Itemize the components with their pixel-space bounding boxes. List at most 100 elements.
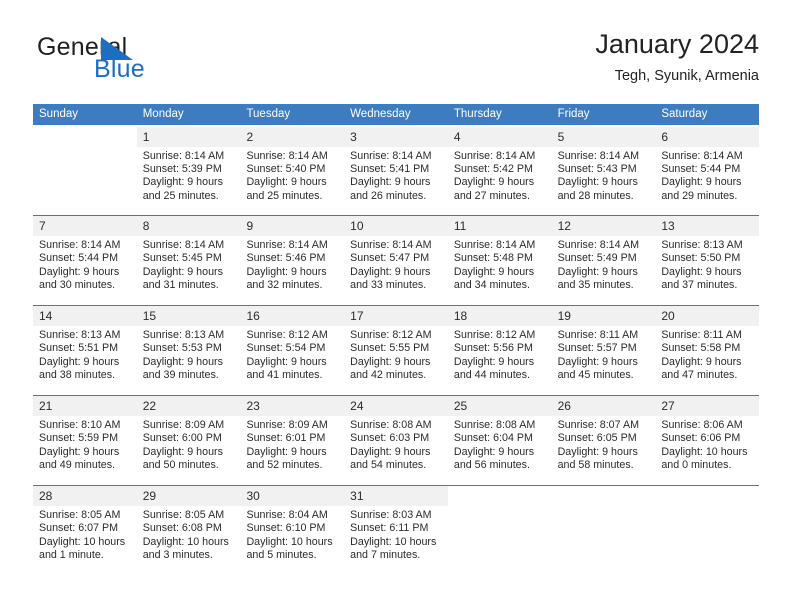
day-cell[interactable]: 30 Sunrise: 8:04 AM Sunset: 6:10 PM Dayligh… bbox=[240, 486, 345, 575]
day-number: 7 bbox=[33, 216, 137, 236]
calendar-week-row: 14 Sunrise: 8:13 AM Sunset: 5:51 PM Dayligh… bbox=[33, 305, 760, 395]
day-sun-info: Sunrise: 8:11 AM Sunset: 5:58 PM Daylight:… bbox=[655, 326, 759, 383]
day-cell[interactable]: 25 Sunrise: 8:08 AM Sunset: 6:04 PM Dayligh… bbox=[447, 396, 552, 485]
day-info-daylight2: and 39 minutes. bbox=[142, 369, 219, 382]
day-sun-info: Sunrise: 8:14 AM Sunset: 5:41 PM Daylight:… bbox=[344, 147, 448, 204]
day-number: 11 bbox=[447, 216, 552, 236]
title-block: January 2024 Tegh, Syunik, Armenia bbox=[595, 28, 759, 86]
day-cell[interactable]: 14 Sunrise: 8:13 AM Sunset: 5:51 PM Dayligh… bbox=[33, 306, 137, 395]
day-cell[interactable]: 7 Sunrise: 8:14 AM Sunset: 5:44 PM Daylight… bbox=[33, 216, 137, 305]
day-cell[interactable]: 16 Sunrise: 8:12 AM Sunset: 5:54 PM Dayligh… bbox=[240, 306, 345, 395]
day-sun-info: Sunrise: 8:14 AM Sunset: 5:49 PM Daylight:… bbox=[552, 236, 656, 293]
day-sun-info: Sunrise: 8:13 AM Sunset: 5:50 PM Daylight:… bbox=[655, 236, 759, 293]
page-subtitle-location: Tegh, Syunik, Armenia bbox=[614, 68, 759, 84]
day-info-daylight1: Daylight: 9 hours bbox=[142, 445, 223, 458]
day-info-sunrise: Sunrise: 8:14 AM bbox=[557, 239, 639, 251]
day-sun-info: Sunrise: 8:07 AM Sunset: 6:05 PM Daylight:… bbox=[552, 416, 656, 473]
day-info-daylight1: Daylight: 9 hours bbox=[246, 355, 327, 368]
day-number bbox=[655, 486, 759, 506]
day-info-daylight2: and 28 minutes. bbox=[557, 189, 634, 202]
day-info-sunset: Sunset: 5:56 PM bbox=[453, 342, 533, 355]
day-number bbox=[33, 127, 137, 147]
day-cell[interactable]: 12 Sunrise: 8:14 AM Sunset: 5:49 PM Dayligh… bbox=[551, 216, 656, 305]
day-cell[interactable]: 31 Sunrise: 8:03 AM Sunset: 6:11 PM Dayligh… bbox=[344, 486, 448, 575]
day-sun-info: Sunrise: 8:05 AM Sunset: 6:07 PM Daylight:… bbox=[33, 506, 137, 563]
day-info-daylight1: Daylight: 9 hours bbox=[453, 355, 535, 368]
day-cell[interactable]: 23 Sunrise: 8:09 AM Sunset: 6:01 PM Dayligh… bbox=[240, 396, 345, 485]
day-info-sunset: Sunset: 5:55 PM bbox=[350, 342, 430, 355]
day-info-daylight1: Daylight: 9 hours bbox=[453, 176, 535, 189]
day-sun-info: Sunrise: 8:11 AM Sunset: 5:57 PM Daylight:… bbox=[552, 326, 656, 383]
weekday-header-tuesday: Tuesday bbox=[246, 108, 291, 120]
day-info-sunset: Sunset: 6:06 PM bbox=[661, 432, 741, 445]
day-cell[interactable]: 1 Sunrise: 8:14 AM Sunset: 5:39 PM Daylight… bbox=[136, 126, 241, 216]
day-cell[interactable]: 9 Sunrise: 8:14 AM Sunset: 5:46 PM Daylight… bbox=[240, 216, 345, 305]
calendar-weeks: 1 Sunrise: 8:14 AM Sunset: 5:39 PM Daylight… bbox=[33, 125, 760, 575]
day-info-sunrise: Sunrise: 8:13 AM bbox=[661, 239, 743, 251]
day-sun-info: Sunrise: 8:12 AM Sunset: 5:54 PM Daylight:… bbox=[240, 326, 344, 383]
day-cell[interactable]: 4 Sunrise: 8:14 AM Sunset: 5:42 PM Daylight… bbox=[447, 126, 552, 216]
day-cell[interactable]: 19 Sunrise: 8:11 AM Sunset: 5:57 PM Dayligh… bbox=[551, 306, 656, 395]
day-info-daylight1: Daylight: 9 hours bbox=[661, 176, 742, 189]
day-cell[interactable]: 26 Sunrise: 8:07 AM Sunset: 6:05 PM Dayligh… bbox=[551, 396, 656, 485]
day-cell[interactable]: 28 Sunrise: 8:05 AM Sunset: 6:07 PM Dayligh… bbox=[33, 486, 137, 575]
day-info-sunrise: Sunrise: 8:14 AM bbox=[246, 149, 328, 162]
day-info-daylight2: and 29 minutes. bbox=[661, 189, 738, 202]
day-number: 16 bbox=[240, 306, 345, 326]
day-cell[interactable]: 18 Sunrise: 8:12 AM Sunset: 5:56 PM Dayligh… bbox=[447, 306, 552, 395]
day-info-daylight2: and 31 minutes. bbox=[142, 279, 219, 292]
day-info-daylight1: Daylight: 9 hours bbox=[453, 445, 535, 458]
day-cell[interactable]: 3 Sunrise: 8:14 AM Sunset: 5:41 PM Daylight… bbox=[344, 126, 448, 216]
day-sun-info: Sunrise: 8:03 AM Sunset: 6:11 PM Daylight:… bbox=[344, 506, 448, 563]
day-info-sunrise: Sunrise: 8:14 AM bbox=[453, 239, 536, 251]
day-cell[interactable]: 15 Sunrise: 8:13 AM Sunset: 5:53 PM Dayligh… bbox=[136, 306, 241, 395]
day-cell[interactable]: 2 Sunrise: 8:14 AM Sunset: 5:40 PM Daylight… bbox=[240, 126, 345, 216]
day-sun-info: Sunrise: 8:08 AM Sunset: 6:03 PM Daylight:… bbox=[344, 416, 448, 473]
day-info-sunset: Sunset: 6:07 PM bbox=[39, 522, 119, 535]
day-cell[interactable]: 21 Sunrise: 8:10 AM Sunset: 5:59 PM Dayligh… bbox=[33, 396, 137, 485]
day-cell[interactable]: 13 Sunrise: 8:13 AM Sunset: 5:50 PM Dayligh… bbox=[655, 216, 760, 305]
day-cell[interactable]: 6 Sunrise: 8:14 AM Sunset: 5:44 PM Daylight… bbox=[655, 126, 760, 216]
day-cell[interactable]: 24 Sunrise: 8:08 AM Sunset: 6:03 PM Dayligh… bbox=[344, 396, 448, 485]
day-info-sunrise: Sunrise: 8:14 AM bbox=[39, 239, 121, 251]
general-blue-logo: General Blue bbox=[37, 34, 237, 90]
day-info-sunrise: Sunrise: 8:03 AM bbox=[350, 509, 432, 521]
day-info-daylight2: and 56 minutes. bbox=[453, 459, 530, 472]
weekday-header-thursday: Thursday bbox=[453, 108, 502, 120]
day-number: 18 bbox=[447, 306, 552, 326]
day-cell[interactable]: 8 Sunrise: 8:14 AM Sunset: 5:45 PM Daylight… bbox=[136, 216, 241, 305]
day-cell[interactable]: 10 Sunrise: 8:14 AM Sunset: 5:47 PM Dayligh… bbox=[344, 216, 448, 305]
day-info-daylight2: and 42 minutes. bbox=[350, 369, 427, 382]
day-info-sunrise: Sunrise: 8:14 AM bbox=[246, 239, 328, 251]
day-sun-info: Sunrise: 8:14 AM Sunset: 5:45 PM Daylight:… bbox=[137, 236, 241, 293]
day-info-sunset: Sunset: 6:08 PM bbox=[142, 522, 222, 535]
day-info-sunset: Sunset: 5:44 PM bbox=[39, 252, 119, 265]
calendar-week-row: 7 Sunrise: 8:14 AM Sunset: 5:44 PM Daylight… bbox=[33, 215, 760, 305]
day-number: 10 bbox=[344, 216, 448, 236]
calendar-week-row: 21 Sunrise: 8:10 AM Sunset: 5:59 PM Dayligh… bbox=[33, 395, 760, 485]
day-cell[interactable]: 20 Sunrise: 8:11 AM Sunset: 5:58 PM Dayligh… bbox=[655, 306, 760, 395]
day-info-daylight2: and 49 minutes. bbox=[39, 459, 116, 472]
day-cell[interactable]: 27 Sunrise: 8:06 AM Sunset: 6:06 PM Dayligh… bbox=[655, 396, 760, 485]
day-cell[interactable]: 29 Sunrise: 8:05 AM Sunset: 6:08 PM Dayligh… bbox=[136, 486, 241, 575]
day-info-daylight2: and 41 minutes. bbox=[246, 369, 323, 382]
day-info-sunrise: Sunrise: 8:13 AM bbox=[39, 329, 121, 341]
day-info-sunset: Sunset: 5:54 PM bbox=[246, 342, 326, 355]
day-number: 2 bbox=[240, 126, 345, 147]
day-info-daylight1: Daylight: 10 hours bbox=[350, 535, 437, 548]
day-info-sunrise: Sunrise: 8:14 AM bbox=[557, 149, 639, 162]
day-cell[interactable]: 5 Sunrise: 8:14 AM Sunset: 5:43 PM Daylight… bbox=[551, 126, 656, 216]
day-info-daylight2: and 38 minutes. bbox=[39, 369, 116, 382]
day-info-sunset: Sunset: 5:51 PM bbox=[39, 342, 119, 355]
day-info-sunrise: Sunrise: 8:10 AM bbox=[39, 419, 121, 431]
day-info-daylight2: and 30 minutes. bbox=[39, 279, 116, 292]
day-cell[interactable]: 22 Sunrise: 8:09 AM Sunset: 6:00 PM Dayligh… bbox=[136, 396, 241, 485]
day-info-sunrise: Sunrise: 8:09 AM bbox=[246, 419, 328, 431]
day-sun-info: Sunrise: 8:14 AM Sunset: 5:44 PM Daylight:… bbox=[33, 236, 137, 293]
day-info-daylight2: and 3 minutes. bbox=[142, 549, 213, 562]
weekday-header-saturday: Saturday bbox=[661, 108, 708, 120]
day-cell[interactable]: 17 Sunrise: 8:12 AM Sunset: 5:55 PM Dayligh… bbox=[344, 306, 448, 395]
day-info-sunset: Sunset: 6:05 PM bbox=[557, 432, 637, 445]
day-info-sunrise: Sunrise: 8:05 AM bbox=[142, 509, 225, 521]
day-cell[interactable]: 11 Sunrise: 8:14 AM Sunset: 5:48 PM Dayligh… bbox=[447, 216, 552, 305]
